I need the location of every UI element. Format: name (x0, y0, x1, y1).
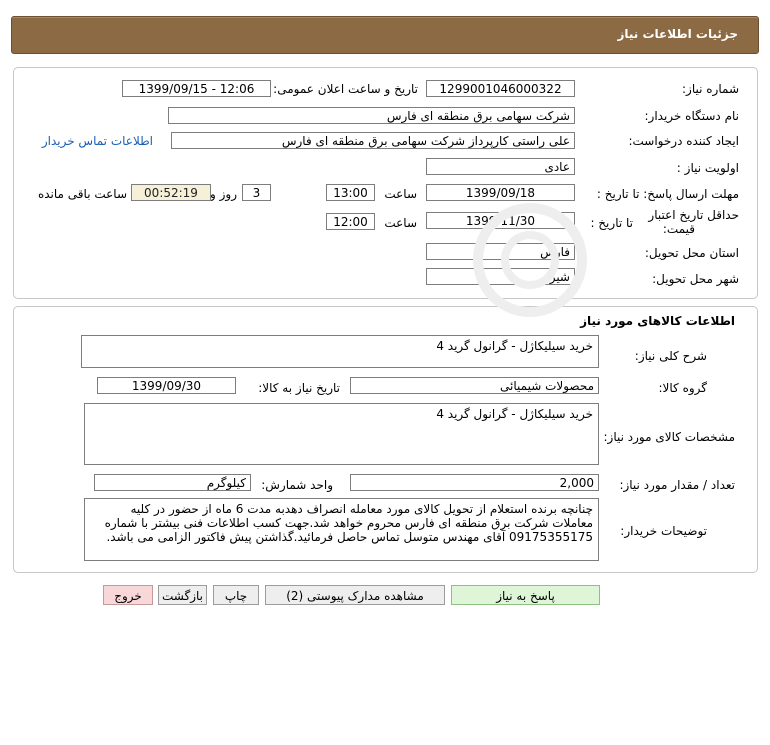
exit-button[interactable]: خروج (103, 585, 153, 605)
creator-field: علی راستی کارپرداز شرکت سهامی برق منطقه … (171, 132, 575, 149)
deadline-hour-label: ساعت (384, 187, 417, 201)
specs-label: مشخصات کالای مورد نیاز: (603, 430, 735, 444)
validity-date-field: 1399/11/30 (426, 212, 575, 229)
validity-label-line1: حداقل تاریخ اعتبار (648, 208, 739, 222)
need-number-label: شماره نیاز: (682, 82, 739, 96)
description-field: خرید سیلیکاژل - گرانول گرید 4 (81, 335, 599, 368)
validity-time-field: 12:00 (326, 213, 375, 230)
priority-label: اولویت نیاز : (676, 161, 739, 175)
validity-to-label: تا تاریخ : (590, 216, 633, 230)
deadline-time-field: 13:00 (326, 184, 375, 201)
city-field: شیراز (426, 268, 575, 285)
buyer-org-label: نام دستگاه خریدار: (644, 109, 740, 123)
unit-field: کیلوگرم (94, 474, 251, 491)
specs-field: خرید سیلیکاژل - گرانول گرید 4 (84, 403, 599, 465)
days-remaining-field: 3 (242, 184, 271, 201)
deadline-date-field: 1399/09/18 (426, 184, 575, 201)
goods-group-label: گروه کالا: (658, 381, 708, 395)
deadline-label: مهلت ارسال پاسخ: تا تاریخ : (596, 187, 739, 201)
quantity-label: تعداد / مقدار مورد نیاز: (619, 478, 735, 492)
page-header: جزئیات اطلاعات نیاز (11, 16, 759, 54)
announce-datetime-field: 1399/09/15 - 12:06 (122, 80, 271, 97)
buyer-notes-field: چنانچه برنده استعلام از تحویل کالای مورد… (84, 498, 599, 561)
days-label: روز و (210, 187, 237, 201)
remaining-time-label: ساعت باقی مانده (37, 187, 127, 201)
print-button[interactable]: چاپ (213, 585, 259, 605)
need-info-panel (13, 67, 758, 299)
description-label: شرح کلی نیاز: (634, 349, 707, 363)
quantity-field: 2,000 (350, 474, 599, 491)
validity-hour-label: ساعت (384, 216, 417, 230)
remaining-time-field: 00:52:19 (131, 184, 211, 201)
back-button[interactable]: بازگشت (158, 585, 207, 605)
province-field: فارس (426, 243, 575, 260)
need-date-field: 1399/09/30 (97, 377, 236, 394)
province-label: استان محل تحویل: (644, 246, 739, 260)
buyer-contact-link[interactable]: اطلاعات تماس خریدار (42, 134, 153, 148)
view-attachments-button[interactable]: مشاهده مدارک پیوستی (2) (265, 585, 445, 605)
priority-field: عادی (426, 158, 575, 175)
validity-label-line2: قیمت: (662, 222, 695, 236)
unit-label: واحد شمارش: (261, 478, 333, 492)
announce-datetime-label: تاریخ و ساعت اعلان عمومی: (273, 82, 418, 96)
page-title: جزئیات اطلاعات نیاز (617, 27, 738, 41)
creator-label: ایجاد کننده درخواست: (628, 134, 739, 148)
city-label: شهر محل تحویل: (652, 272, 739, 286)
need-date-label: تاریخ نیاز به کالا: (258, 381, 340, 395)
buyer-org-field: شرکت سهامی برق منطقه ای فارس (168, 107, 575, 124)
goods-section-title: اطلاعات کالاهای مورد نیاز (580, 314, 735, 328)
buyer-notes-label: توضیحات خریدار: (620, 524, 707, 538)
goods-group-field: محصولات شیمیائی (350, 377, 599, 394)
need-number-field: 1299001046000322 (426, 80, 575, 97)
reply-to-need-button[interactable]: پاسخ به نیاز (451, 585, 600, 605)
